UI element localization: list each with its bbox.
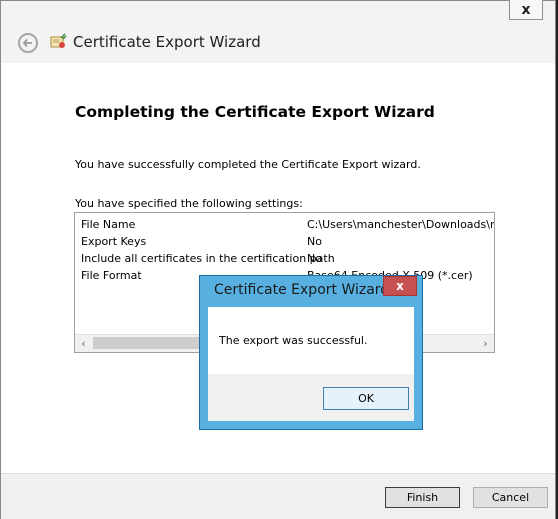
list-item: Export Keys No	[81, 235, 322, 248]
finish-button[interactable]: Finish	[385, 487, 460, 508]
back-arrow-icon	[22, 38, 32, 48]
wizard-footer: Finish Cancel	[1, 473, 555, 519]
settings-intro: You have specified the following setting…	[75, 197, 303, 210]
back-button[interactable]	[18, 33, 38, 53]
dialog-title: Certificate Export Wizard	[214, 282, 390, 298]
finish-button-label: Finish	[406, 491, 439, 504]
scroll-left-button[interactable]: ‹	[75, 335, 92, 351]
dialog-footer: OK	[208, 374, 414, 421]
chevron-right-icon: ›	[483, 336, 488, 350]
list-item: File Name C:\Users\manchester\Downloads\…	[81, 218, 494, 231]
close-icon: x	[396, 279, 404, 293]
message-dialog: Certificate Export Wizard x The export w…	[199, 275, 423, 430]
close-icon: x	[521, 1, 531, 18]
dialog-message: The export was successful.	[219, 334, 368, 347]
wizard-titlebar: x Certificate Export Wizard	[1, 0, 555, 63]
ok-button-label: OK	[358, 392, 374, 405]
setting-value: No	[307, 252, 322, 265]
wizard-close-button[interactable]: x	[509, 0, 543, 20]
certificate-icon	[50, 33, 67, 48]
scroll-right-button[interactable]: ›	[477, 335, 494, 351]
page-heading: Completing the Certificate Export Wizard	[75, 103, 435, 121]
completion-message: You have successfully completed the Cert…	[75, 158, 421, 171]
list-item: File Format Base64 Encoded X.509 (*.cer)	[81, 269, 473, 282]
dialog-body: The export was successful.	[208, 307, 414, 374]
scrollbar-thumb[interactable]	[93, 337, 213, 349]
chevron-left-icon: ‹	[81, 336, 86, 350]
setting-name: Export Keys	[81, 235, 147, 248]
list-item: Include all certificates in the certific…	[81, 252, 335, 265]
dialog-close-button[interactable]: x	[383, 276, 417, 296]
cancel-button[interactable]: Cancel	[473, 487, 548, 508]
setting-name: Include all certificates in the certific…	[81, 252, 335, 265]
setting-name: File Name	[81, 218, 136, 231]
wizard-window: x Certificate Export Wizard Completing t…	[0, 0, 556, 519]
setting-name: File Format	[81, 269, 142, 282]
ok-button[interactable]: OK	[323, 387, 409, 410]
cancel-button-label: Cancel	[491, 491, 530, 504]
setting-value: C:\Users\manchester\Downloads\manc	[307, 218, 494, 231]
setting-value: No	[307, 235, 322, 248]
wizard-title: Certificate Export Wizard	[73, 33, 261, 51]
